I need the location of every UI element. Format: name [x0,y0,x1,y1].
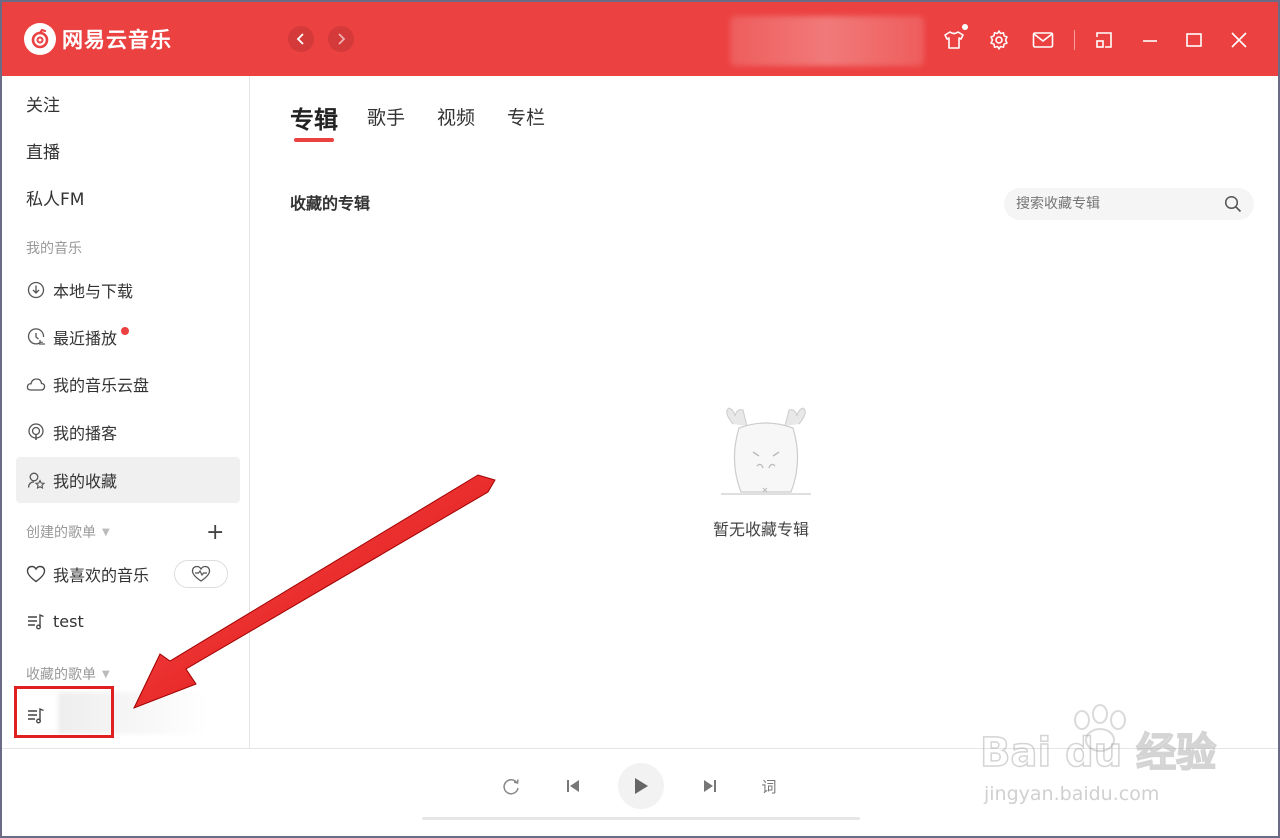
next-track-button[interactable] [699,775,721,797]
cloud-icon [26,374,46,394]
highlight-box [14,686,114,738]
sidebar-item-playlist-test[interactable]: test [16,598,240,644]
title-bar-divider [1074,30,1075,50]
chevron-right-icon [338,33,346,45]
sidebar-item-personal-fm[interactable]: 私人FM [16,174,240,220]
empty-state-text: 暂无收藏专辑 [713,520,810,539]
netease-music-logo-icon [24,23,56,55]
play-button[interactable] [618,763,664,809]
sidebar-item-label: 私人FM [26,189,85,210]
lyrics-label: 词 [761,777,777,796]
plus-icon: + [206,520,225,545]
playlist-icon [26,611,46,631]
sidebar-item-liked-music[interactable]: 我喜欢的音乐 [16,551,166,597]
tab-videos[interactable]: 视频 [437,103,475,130]
watermark-url: jingyan.baidu.com [983,783,1159,805]
repeat-icon [503,779,519,795]
main-content: 专辑 歌手 视频 专栏 收藏的专辑 暂无收藏专辑 [251,76,1278,748]
sidebar-item-podcast[interactable]: 我的播客 [16,409,240,455]
recent-play-badge [121,327,130,335]
album-search-box[interactable] [1004,188,1254,220]
empty-state [691,406,841,510]
lyrics-button[interactable]: 词 [758,775,780,797]
album-search-input[interactable] [1016,196,1206,212]
sidebar: 关注 直播 私人FM 我的音乐 本地与下载 最近播放 我的音乐云盘 我的播客 我… [2,76,250,748]
tab-artists[interactable]: 歌手 [367,103,405,130]
play-mode-button[interactable] [500,775,522,797]
minimize-button[interactable] [1138,28,1162,52]
sidebar-item-label: 本地与下载 [53,282,134,301]
tshirt-icon [944,31,964,49]
minimize-icon [1143,40,1157,42]
close-button[interactable] [1227,28,1251,52]
maximize-icon [1186,33,1202,47]
podcast-icon [26,422,46,442]
sidebar-item-label: 我喜欢的音乐 [53,566,150,585]
back-button[interactable] [288,26,314,52]
forward-button[interactable] [328,26,354,52]
gear-icon [990,30,1008,50]
app-name: 网易云音乐 [62,28,172,52]
heartbeat-mode-button[interactable] [174,560,228,588]
blurred-user-area[interactable] [730,16,924,66]
previous-track-button[interactable] [562,775,584,797]
mini-player-icon [1096,32,1112,48]
maximize-button[interactable] [1182,28,1206,52]
sidebar-item-live[interactable]: 直播 [16,127,240,173]
section-title: 收藏的专辑 [290,194,371,213]
app-logo[interactable]: 网易云音乐 [24,23,172,55]
tab-albums[interactable]: 专辑 [290,100,338,135]
sidebar-item-label: test [53,611,84,631]
sidebar-item-follow[interactable]: 关注 [16,80,240,126]
collected-playlists-section-title[interactable]: 收藏的歌单 ▼ [26,664,110,684]
mini-mode-button[interactable] [1092,28,1116,52]
sidebar-item-label: 我的音乐云盘 [53,376,150,395]
heartbeat-icon [191,565,211,582]
sidebar-item-label: 我的收藏 [53,472,118,491]
skip-previous-icon [567,780,579,792]
baidu-watermark: Bai du 经验 jingyan.baidu.com [980,704,1217,805]
empty-moose-illustration-icon [721,407,811,495]
active-tab-indicator [294,138,334,142]
sidebar-item-label: 最近播放 [53,329,118,348]
settings-button[interactable] [987,28,1011,52]
close-icon [1231,32,1247,48]
caret-down-icon: ▼ [102,526,110,538]
favorite-icon [26,470,46,490]
sidebar-item-cloud-disk[interactable]: 我的音乐云盘 [16,361,240,407]
caret-down-icon: ▼ [102,668,110,680]
sidebar-item-my-collection[interactable]: 我的收藏 [16,457,240,503]
sidebar-item-local-download[interactable]: 本地与下载 [16,267,240,313]
progress-bar[interactable] [422,817,860,820]
chevron-left-icon [296,33,304,45]
skin-notification-dot [962,24,968,30]
sidebar-item-label: 关注 [26,95,60,116]
sidebar-item-label: 我的播客 [53,424,118,443]
mail-icon [1032,32,1054,48]
my-music-section-title: 我的音乐 [26,241,82,257]
play-icon [635,778,648,794]
sidebar-item-label: 直播 [26,142,60,163]
skin-button[interactable] [942,28,966,52]
title-bar: 网易云音乐 [2,2,1278,76]
heart-icon [26,564,46,584]
create-playlist-button[interactable]: + [206,520,224,545]
watermark-brand: Bai du 经验 [980,730,1216,776]
created-playlists-section-title[interactable]: 创建的歌单 ▼ [26,522,110,542]
download-icon [26,280,46,300]
tab-columns[interactable]: 专栏 [507,103,545,130]
messages-button[interactable] [1031,28,1055,52]
skip-next-icon [704,780,716,792]
recent-play-icon [26,327,46,347]
sidebar-item-recent-play[interactable]: 最近播放 [16,314,240,360]
search-icon[interactable] [1224,195,1242,213]
